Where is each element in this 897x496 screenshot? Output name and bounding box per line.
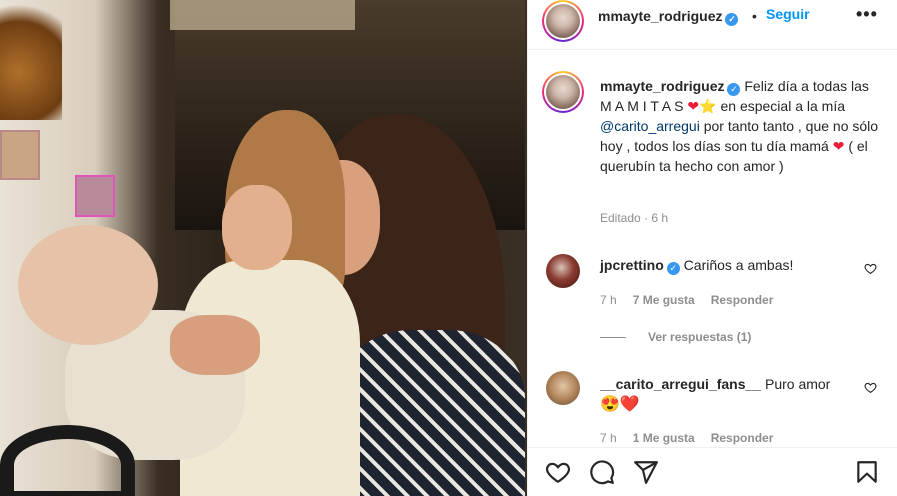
verified-icon: ✓ [727,83,741,96]
heart-emoji-icon: ❤ [832,138,845,154]
commenter-avatar[interactable] [546,371,580,405]
author-avatar[interactable] [542,0,584,42]
girl-face [222,185,292,270]
reply-button[interactable]: Responder [711,431,774,445]
chair [0,425,135,496]
view-replies-button[interactable]: Ver respuestas (1) [600,330,751,344]
post-sidebar: mmayte_rodriguez ✓ • Seguir ••• mmayte_ro… [527,0,897,496]
share-icon[interactable] [633,459,661,487]
mention-link[interactable]: @carito_arregui [600,118,700,134]
arm [170,315,260,375]
caption-author[interactable]: mmayte_rodriguez [600,78,724,94]
heart-emoji-icon: ❤ [687,98,700,114]
reply-button[interactable]: Responder [711,293,774,307]
post-photo[interactable] [0,0,527,496]
comment-text: Cariños a ambas! [683,257,794,273]
view-replies-label[interactable]: Ver respuestas (1) [648,330,751,344]
verified-icon: ✓ [666,262,680,275]
comment-meta: 7 h 7 Me gusta Responder [600,293,773,307]
comment-likes[interactable]: 7 Me gusta [633,293,695,307]
caption-avatar[interactable] [542,71,584,113]
curtain [170,0,355,30]
comment: __carito_arregui_fans__ Puro amor 😍❤️ [600,374,862,415]
separator-dot: • [752,8,757,24]
comment-icon[interactable] [589,459,617,487]
comment-author[interactable]: jpcrettino [600,257,664,273]
woman-top [335,330,525,496]
author-name[interactable]: mmayte_rodriguez [598,8,722,24]
bookmark-icon[interactable] [854,459,882,487]
comment-time: 7 h [600,431,617,445]
comment-like-heart-icon[interactable] [864,262,877,275]
caption-body: mmayte_rodriguez ✓ Feliz día a todas las … [600,76,880,176]
comment-like-heart-icon[interactable] [864,381,877,394]
comment-text: Puro amor [764,376,831,392]
more-options-icon[interactable]: ••• [856,4,878,25]
follow-button[interactable]: Seguir [766,6,810,22]
verified-icon: ✓ [725,13,739,26]
comment-emojis: 😍❤️ [600,396,640,413]
comment-likes[interactable]: 1 Me gusta [633,431,695,445]
commenter-avatar[interactable] [546,254,580,288]
comment-time: 7 h [600,293,617,307]
star-emoji-icon: ⭐ [699,98,717,114]
comment-meta: 7 h 1 Me gusta Responder [600,431,773,445]
post-header: mmayte_rodriguez ✓ • Seguir ••• [528,0,897,50]
wall-frame [75,175,115,217]
caption-text-2: en especial a la mía [720,98,846,114]
comments-area[interactable]: mmayte_rodriguez ✓ Feliz día a todas las … [528,51,897,447]
comment: jpcrettino ✓ Cariños a ambas! [600,256,860,275]
comment-author[interactable]: __carito_arregui_fans__ [600,376,761,392]
lamp [0,0,62,120]
wall-frame [0,130,40,180]
divider-line [600,336,626,338]
caption-meta: Editado · 6 h [600,211,669,225]
heart-icon[interactable] [545,459,573,487]
baby-head [18,225,158,345]
action-bar [528,447,897,496]
author-username[interactable]: mmayte_rodriguez ✓ [598,8,739,26]
